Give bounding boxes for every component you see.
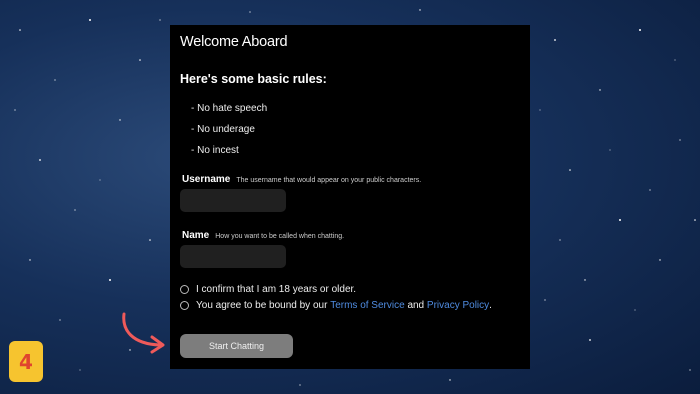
- terms-checkbox[interactable]: [180, 301, 189, 310]
- rule-item: - No underage: [191, 124, 255, 135]
- rule-item: - No incest: [191, 145, 239, 156]
- name-label: Name: [182, 230, 210, 241]
- step-number: 4: [19, 349, 33, 374]
- terms-row: You agree to be bound by our Terms of Se…: [180, 300, 492, 311]
- start-chatting-button[interactable]: Start Chatting: [180, 334, 293, 358]
- terms-of-service-link[interactable]: Terms of Service: [330, 300, 404, 311]
- privacy-policy-link[interactable]: Privacy Policy: [427, 300, 489, 311]
- name-hint: How you want to be called when chatting.: [215, 233, 345, 240]
- username-hint: The username that would appear on your p…: [236, 177, 422, 184]
- terms-suffix: .: [489, 300, 492, 311]
- name-label-row: Name How you want to be called when chatt…: [182, 230, 344, 241]
- step-number-badge: 4: [9, 341, 43, 382]
- username-label: Username: [182, 174, 231, 185]
- age-confirm-row: I confirm that I am 18 years or older.: [180, 284, 356, 295]
- rule-item: - No hate speech: [191, 103, 268, 114]
- name-input[interactable]: [180, 245, 286, 268]
- curved-arrow-icon: [122, 312, 165, 354]
- welcome-modal: Welcome Aboard Here's some basic rules: …: [170, 25, 530, 369]
- username-label-row: Username The username that would appear o…: [182, 174, 421, 185]
- age-confirm-checkbox[interactable]: [180, 285, 189, 294]
- terms-prefix: You agree to be bound by our: [196, 300, 328, 311]
- terms-conjunction: and: [407, 300, 425, 311]
- username-input[interactable]: [180, 189, 286, 212]
- age-confirm-label: I confirm that I am 18 years or older.: [196, 284, 357, 295]
- modal-title: Welcome Aboard: [180, 34, 288, 50]
- rules-heading: Here's some basic rules:: [180, 72, 327, 86]
